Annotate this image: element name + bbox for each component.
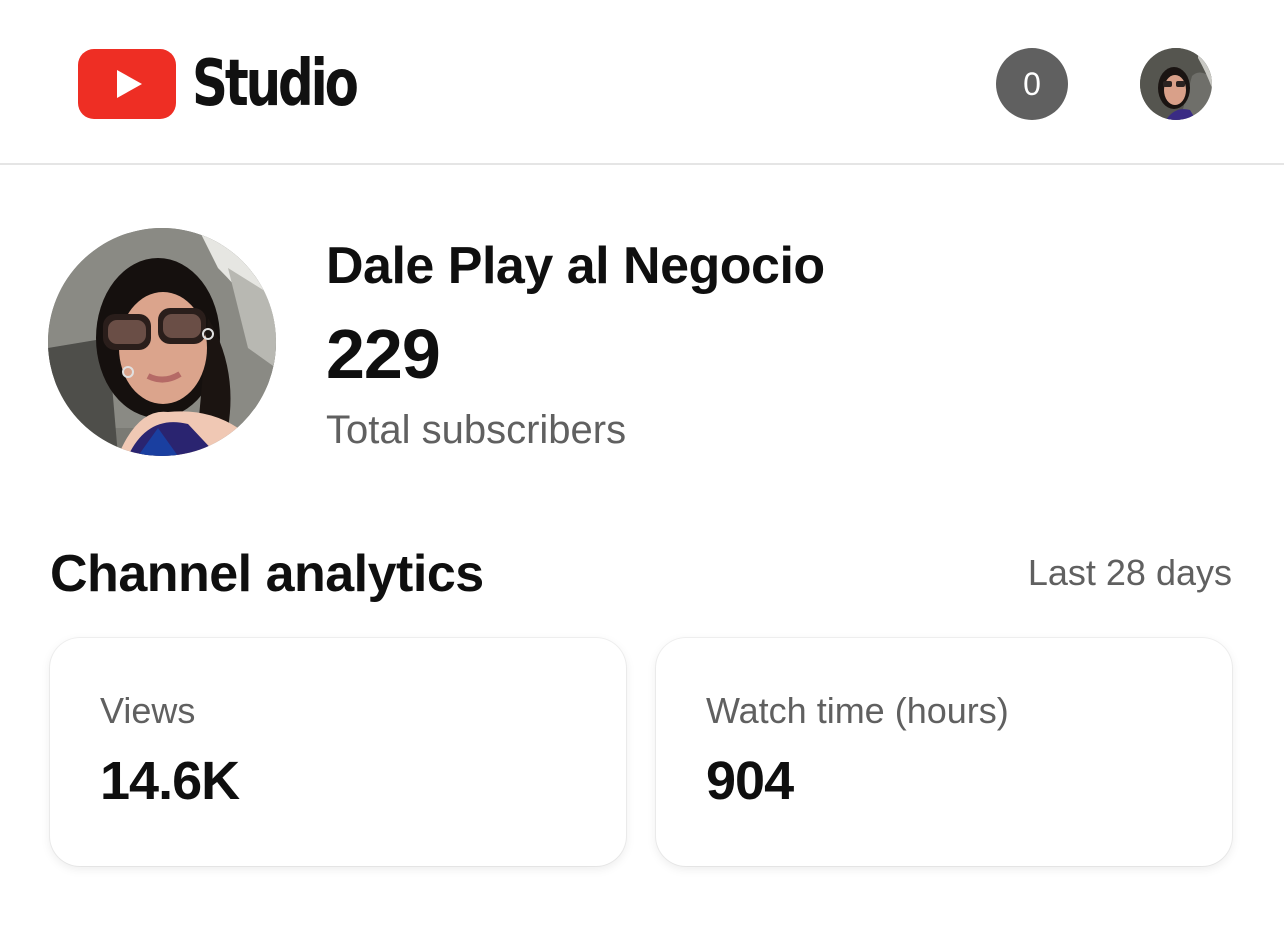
card-value: 14.6K xyxy=(100,751,240,811)
card-label: Views xyxy=(100,690,196,731)
card-value: 904 xyxy=(706,751,794,811)
logo-text: Studio xyxy=(192,47,359,121)
views-card[interactable]: Views 14.6K xyxy=(50,638,626,866)
subscriber-count: 229 xyxy=(326,315,441,393)
subscriber-label: Total subscribers xyxy=(326,408,627,452)
notifications-button[interactable]: 0 xyxy=(996,48,1068,120)
section-title: Channel analytics xyxy=(50,545,484,603)
channel-name: Dale Play al Negocio xyxy=(326,237,825,295)
period-label: Last 28 days xyxy=(1027,552,1232,593)
youtube-studio-logo[interactable]: Studio xyxy=(78,46,402,122)
profile-photo-icon xyxy=(1140,48,1212,120)
card-label: Watch time (hours) xyxy=(706,690,1009,731)
channel-avatar[interactable] xyxy=(48,228,276,456)
watch-time-card[interactable]: Watch time (hours) 904 xyxy=(656,638,1232,866)
top-bar: Studio 0 xyxy=(0,0,1284,165)
account-avatar[interactable] xyxy=(1140,48,1212,120)
youtube-play-icon xyxy=(78,49,176,119)
notification-count: 0 xyxy=(1023,65,1041,102)
channel-photo-icon xyxy=(48,228,276,456)
studio-home: Studio 0 Dale Play al Negocio 229 Total … xyxy=(0,0,1284,941)
